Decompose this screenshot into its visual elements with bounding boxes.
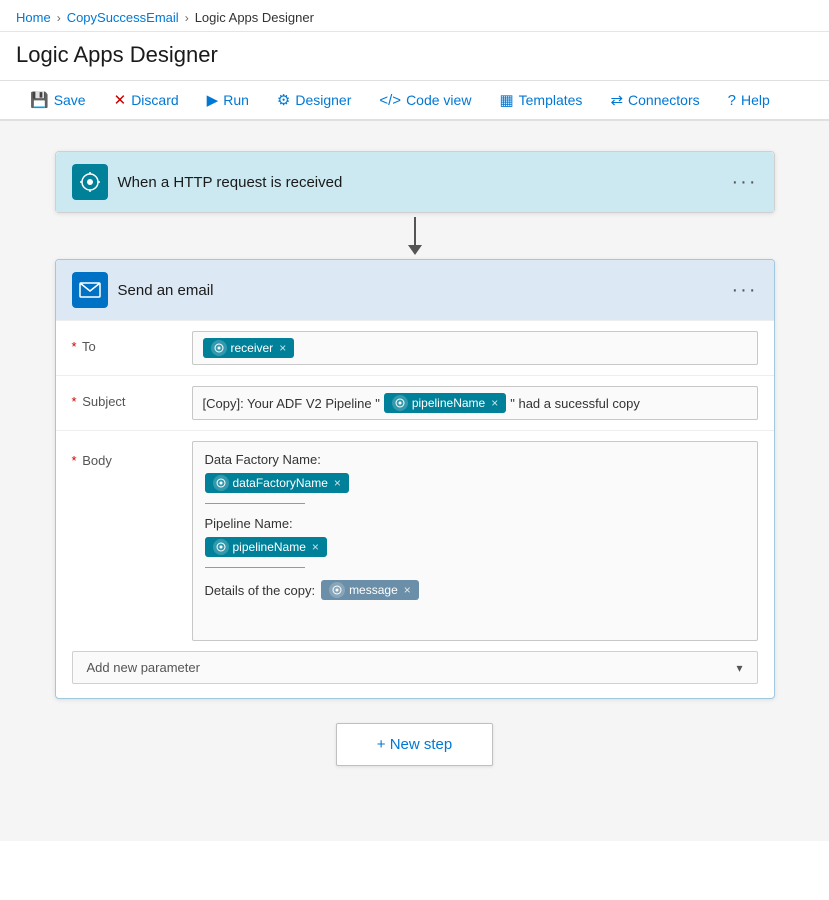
breadcrumb-sep1: › bbox=[57, 11, 61, 25]
add-param-button[interactable]: Add new parameter ▾ bbox=[72, 651, 758, 684]
email-step-menu[interactable]: ··· bbox=[732, 279, 758, 302]
discard-button[interactable]: ✕ Discard bbox=[100, 81, 193, 121]
run-icon: ▶ bbox=[207, 91, 219, 109]
designer-icon: ⚙ bbox=[277, 91, 290, 109]
toolbar: 💾 Save ✕ Discard ▶ Run ⚙ Designer </> Co… bbox=[0, 81, 829, 121]
trigger-step-menu[interactable]: ··· bbox=[732, 171, 758, 194]
message-token: message × bbox=[321, 580, 419, 600]
code-icon: </> bbox=[379, 92, 401, 109]
run-button[interactable]: ▶ Run bbox=[193, 81, 263, 121]
pipeline-token-remove[interactable]: × bbox=[312, 540, 319, 554]
body-details-label: Details of the copy: bbox=[205, 583, 316, 598]
page-title: Logic Apps Designer bbox=[0, 32, 829, 81]
body-data-factory-label: Data Factory Name: bbox=[205, 452, 745, 467]
new-step-button[interactable]: + New step bbox=[336, 723, 493, 766]
to-token-icon bbox=[211, 340, 227, 356]
body-details-section: Details of the copy: message × bbox=[205, 580, 745, 600]
pipeline-token: pipelineName × bbox=[205, 537, 327, 557]
breadcrumb-current: Logic Apps Designer bbox=[195, 10, 314, 25]
data-factory-token: dataFactoryName × bbox=[205, 473, 349, 493]
data-factory-token-remove[interactable]: × bbox=[334, 476, 341, 490]
body-label: * Body bbox=[72, 441, 192, 468]
new-step-container: + New step bbox=[336, 723, 493, 766]
trigger-step-icon bbox=[72, 164, 108, 200]
message-token-remove[interactable]: × bbox=[404, 583, 411, 597]
body-field-row: * Body Data Factory Name: bbox=[56, 430, 774, 651]
subject-suffix: " had a sucessful copy bbox=[510, 396, 640, 411]
email-header-left: Send an email bbox=[72, 272, 214, 308]
breadcrumb-copy-success[interactable]: CopySuccessEmail bbox=[67, 10, 179, 25]
trigger-step-card: When a HTTP request is received ··· bbox=[55, 151, 775, 213]
body-divider-1 bbox=[205, 503, 305, 504]
arrow-line bbox=[414, 217, 416, 245]
chevron-down-icon: ▾ bbox=[736, 661, 742, 675]
to-label: * To bbox=[72, 331, 192, 354]
connectors-button[interactable]: ⇄ Connectors bbox=[596, 81, 713, 121]
body-details-inline: Details of the copy: message × bbox=[205, 580, 745, 600]
subject-label: * Subject bbox=[72, 386, 192, 409]
discard-icon: ✕ bbox=[114, 91, 127, 109]
to-input[interactable]: receiver × bbox=[192, 331, 758, 365]
subject-token-remove[interactable]: × bbox=[491, 396, 498, 410]
body-data-factory-inline: dataFactoryName × bbox=[205, 473, 745, 493]
body-pipeline-section: Pipeline Name: pipelineName × bbox=[205, 516, 745, 568]
templates-icon: ▦ bbox=[499, 91, 513, 109]
data-factory-token-icon bbox=[213, 475, 229, 491]
connectors-icon: ⇄ bbox=[610, 91, 623, 109]
subject-prefix: [Copy]: Your ADF V2 Pipeline " bbox=[203, 396, 380, 411]
designer-button[interactable]: ⚙ Designer bbox=[263, 81, 365, 121]
email-step-card: Send an email ··· * To receiver bbox=[55, 259, 775, 699]
canvas: When a HTTP request is received ··· Send… bbox=[0, 121, 829, 841]
body-input[interactable]: Data Factory Name: dataFactoryName × bbox=[192, 441, 758, 641]
templates-button[interactable]: ▦ Templates bbox=[485, 81, 596, 121]
trigger-header-left: When a HTTP request is received bbox=[72, 164, 343, 200]
breadcrumb: Home › CopySuccessEmail › Logic Apps Des… bbox=[0, 0, 829, 32]
arrow-down bbox=[408, 217, 422, 255]
save-button[interactable]: 💾 Save bbox=[16, 81, 100, 121]
to-token: receiver × bbox=[203, 338, 295, 358]
email-step-icon bbox=[72, 272, 108, 308]
code-view-button[interactable]: </> Code view bbox=[365, 82, 485, 121]
body-divider-2 bbox=[205, 567, 305, 568]
pipeline-token-icon bbox=[213, 539, 229, 555]
subject-token-icon bbox=[392, 395, 408, 411]
breadcrumb-sep2: › bbox=[185, 11, 189, 25]
help-icon: ? bbox=[728, 92, 736, 109]
email-step-title: Send an email bbox=[118, 282, 214, 299]
body-pipeline-label: Pipeline Name: bbox=[205, 516, 745, 531]
subject-token: pipelineName × bbox=[384, 393, 506, 413]
body-pipeline-inline: pipelineName × bbox=[205, 537, 745, 557]
trigger-step-header[interactable]: When a HTTP request is received ··· bbox=[56, 152, 774, 212]
trigger-step-title: When a HTTP request is received bbox=[118, 174, 343, 191]
save-icon: 💾 bbox=[30, 91, 49, 109]
subject-field-row: * Subject [Copy]: Your ADF V2 Pipeline "… bbox=[56, 375, 774, 430]
to-field-row: * To receiver × bbox=[56, 320, 774, 375]
to-token-remove[interactable]: × bbox=[279, 341, 286, 355]
breadcrumb-home[interactable]: Home bbox=[16, 10, 51, 25]
email-step-header[interactable]: Send an email ··· bbox=[56, 260, 774, 320]
arrow-head bbox=[408, 245, 422, 255]
subject-input[interactable]: [Copy]: Your ADF V2 Pipeline " pipelineN… bbox=[192, 386, 758, 420]
help-button[interactable]: ? Help bbox=[714, 82, 784, 121]
message-token-icon bbox=[329, 582, 345, 598]
body-data-factory-section: Data Factory Name: dataFactoryName × bbox=[205, 452, 745, 504]
